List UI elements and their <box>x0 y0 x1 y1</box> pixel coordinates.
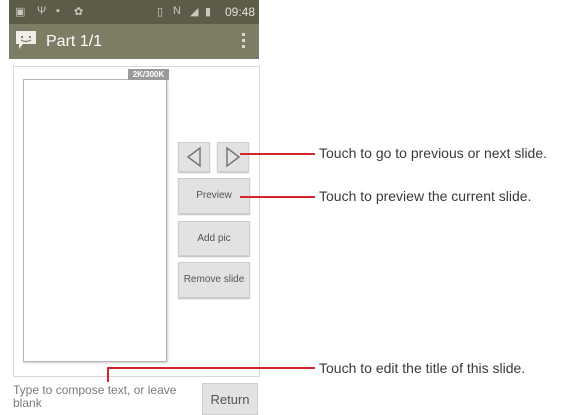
callout-preview: Touch to preview the current slide. <box>319 188 532 204</box>
battery-icon: ▮ <box>205 6 212 18</box>
overflow-menu-icon[interactable] <box>241 33 247 53</box>
slide-preview-frame[interactable] <box>23 79 167 362</box>
callout-navigation: Touch to go to previous or next slide. <box>319 145 548 161</box>
signal-icon: ◢ <box>190 6 199 18</box>
next-slide-button[interactable] <box>217 142 249 172</box>
triangle-right-icon <box>226 146 241 168</box>
size-badge: 2K/300K <box>128 69 169 80</box>
status-bar: ▣ Ψ ▪ ✿ ▯ N ◢ ▮ 09:48 <box>9 0 259 24</box>
compose-text-input[interactable]: Type to compose text, or leave blank <box>13 384 193 410</box>
previous-slide-button[interactable] <box>178 142 210 172</box>
callout-line-title <box>107 367 315 369</box>
page-title: Part 1/1 <box>46 33 103 50</box>
remove-slide-button[interactable]: Remove slide <box>178 262 250 298</box>
action-bar: Part 1/1 <box>9 24 259 59</box>
message-icon[interactable] <box>15 30 37 50</box>
triangle-left-icon <box>186 146 201 168</box>
sd-card-icon: ▪ <box>56 5 60 17</box>
picture-icon: ▣ <box>15 6 26 18</box>
nfc-icon: N <box>173 5 181 17</box>
android-icon: ✿ <box>74 6 84 18</box>
callout-line-navigation <box>240 153 315 155</box>
add-pic-button[interactable]: Add pic <box>178 221 250 256</box>
usb-icon: Ψ <box>37 5 47 17</box>
vibrate-icon: ▯ <box>157 6 164 18</box>
return-button[interactable]: Return <box>202 383 258 415</box>
callout-line-title-stem <box>107 367 109 382</box>
callout-line-preview <box>240 196 315 198</box>
callout-title: Touch to edit the title of this slide. <box>319 360 526 376</box>
status-time: 09:48 <box>224 5 255 19</box>
